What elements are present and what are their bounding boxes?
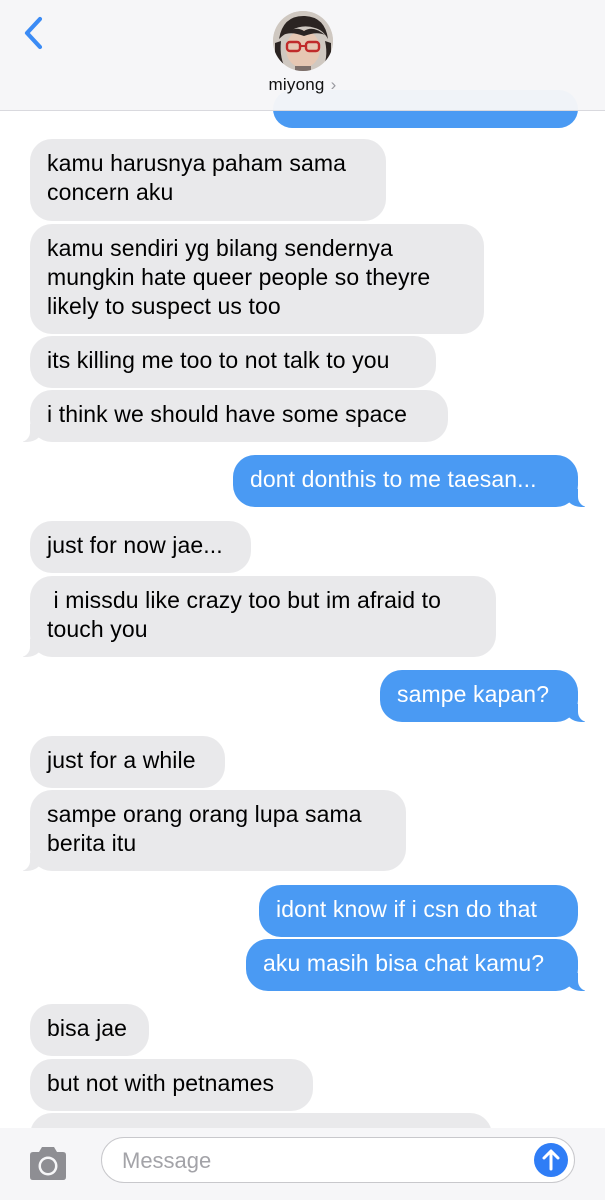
message-line: just for now jae...	[47, 532, 223, 558]
message-line: i missdu like crazy too but im afraid to	[47, 587, 441, 613]
message-line: mungkin hate queer people so theyre	[47, 264, 431, 290]
message-bubble-outgoing[interactable]: dont donthis to me taesan...	[233, 455, 604, 507]
contact-name: miyong	[268, 75, 325, 94]
message-line: but not with petnames	[47, 1070, 275, 1096]
send-button[interactable]	[534, 1143, 568, 1177]
camera-icon	[30, 1147, 66, 1180]
message-line: concern aku	[47, 179, 174, 205]
message-line: touch you	[47, 616, 148, 642]
message-input[interactable]	[120, 1146, 514, 1176]
camera-button[interactable]	[26, 1146, 70, 1182]
contact-avatar[interactable]	[273, 11, 333, 71]
message-line: sampe kapan?	[397, 681, 550, 707]
back-button[interactable]	[18, 14, 54, 54]
message-line: bisa jae	[47, 1015, 128, 1041]
message-bubble-outgoing[interactable]: sampe kapan?	[380, 670, 604, 722]
message-bubble-incoming[interactable]: just for now jae...	[30, 521, 251, 573]
message-thread[interactable]: kamu harusnya paham sama concern aku kam…	[0, 0, 605, 1200]
message-composer	[0, 1128, 605, 1200]
message-line: kamu harusnya paham sama	[47, 150, 346, 176]
message-line: its killing me too to not talk to you	[47, 347, 390, 373]
message-bubble-incoming[interactable]: just for a while	[30, 736, 225, 788]
message-bubble-incoming[interactable]: bisa jae	[30, 1004, 149, 1056]
chevron-right-icon: ›	[330, 75, 337, 94]
contact-name-button[interactable]: miyong ›	[0, 75, 605, 95]
message-line: just for a while	[47, 747, 196, 773]
message-input-field[interactable]	[101, 1137, 575, 1183]
message-bubble-outgoing[interactable]: aku masih bisa chat kamu?	[246, 939, 604, 991]
message-line: dont donthis to me taesan...	[250, 466, 537, 492]
message-line: sampe orang orang lupa sama	[47, 801, 362, 827]
send-arrow-icon	[542, 1149, 560, 1171]
message-bubble-incoming[interactable]: its killing me too to not talk to you	[30, 336, 436, 388]
message-line: kamu sendiri yg bilang sendernya	[47, 235, 393, 261]
avatar-photo	[273, 11, 333, 71]
message-bubble-incoming[interactable]: sampe orang orang lupa sama berita itu	[4, 790, 406, 871]
message-bubble-incoming[interactable]: i think we should have some space	[4, 390, 448, 442]
conversation-header: miyong ›	[0, 0, 605, 111]
chevron-left-icon	[24, 16, 43, 50]
message-bubble-incoming[interactable]: kamu sendiri yg bilang sendernya mungkin…	[30, 224, 484, 334]
message-line: idont know if i csn do that	[276, 896, 537, 922]
message-line: aku masih bisa chat kamu?	[263, 950, 545, 976]
message-bubble-incoming[interactable]: i missdu like crazy too but im afraid to…	[4, 576, 496, 657]
message-line: i think we should have some space	[47, 401, 408, 427]
message-line: likely to suspect us too	[47, 293, 281, 319]
message-bubble-incoming[interactable]: kamu harusnya paham sama concern aku	[30, 139, 386, 221]
message-bubble-incoming[interactable]: but not with petnames	[30, 1059, 313, 1111]
message-bubble-outgoing[interactable]: idont know if i csn do that	[259, 885, 578, 937]
message-line: berita itu	[47, 830, 137, 856]
